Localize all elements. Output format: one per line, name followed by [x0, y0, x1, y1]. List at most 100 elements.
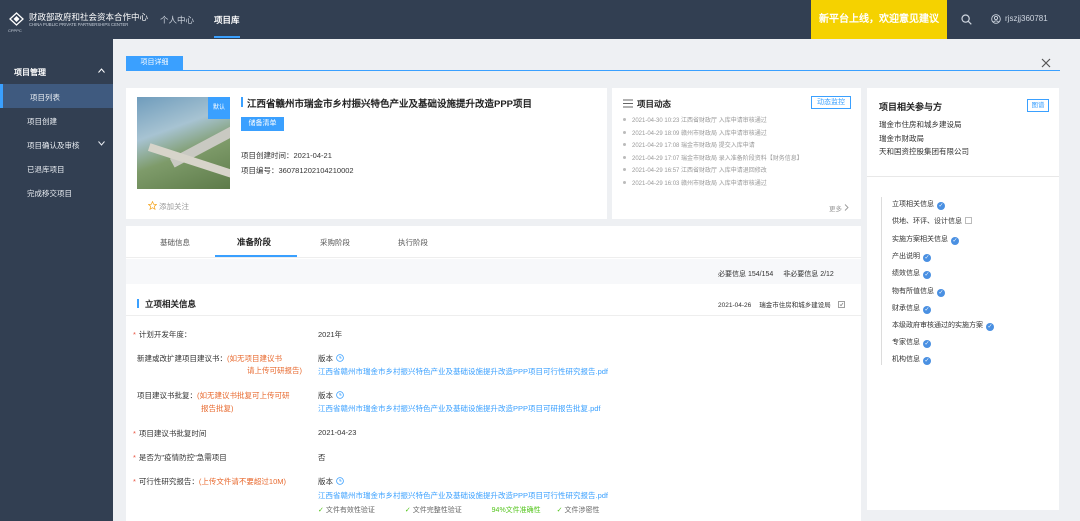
check-circle-icon: ✓: [923, 340, 931, 348]
check-circle-icon: ✓: [923, 271, 931, 279]
sidebar-group-project-management[interactable]: 项目管理: [0, 59, 113, 84]
anchor-nav-label: 实施方案相关信息: [892, 236, 948, 243]
user-icon: [991, 14, 1001, 24]
check-circle-icon: ✓: [951, 237, 959, 245]
anchor-nav-label: 专家信息: [892, 339, 920, 346]
dynamic-monitor-button[interactable]: 动态监控: [811, 96, 851, 109]
anchor-nav-line: [881, 197, 882, 365]
image-badge: 默认: [208, 97, 230, 119]
proposal-label-text: 新建或改扩建项目建议书：: [137, 354, 227, 363]
clock-icon[interactable]: [336, 477, 344, 485]
file-checks: ✓ 文件有效性验证 ✓ 文件完整性验证 94%文件准确性 ✓ 文件涉密性: [318, 505, 628, 515]
logo-abbr: CPPPC: [8, 28, 22, 33]
section-accent: [137, 299, 139, 308]
check-circle-icon: ✓: [923, 254, 931, 262]
section-dept: 瑞金市住房和城乡建设局: [759, 302, 831, 309]
sidebar-item-label: 已退库项目: [27, 165, 65, 174]
project-title: 江西省赣州市瑞金市乡村振兴特色产业及基础设施提升改造PPP项目: [247, 99, 533, 110]
star-icon: [148, 201, 157, 210]
participant-org: 瑞金市住房和城乡建设局: [879, 120, 962, 129]
anchor-nav-item[interactable]: 财承信息 ✓: [892, 303, 931, 314]
anchor-nav-item[interactable]: 实施方案相关信息 ✓: [892, 234, 959, 245]
sidebar-item-label: 项目创建: [27, 117, 57, 126]
sidebar-item-project-list[interactable]: 项目列表: [0, 84, 113, 108]
version-label: 版本: [318, 476, 344, 487]
tab-preparation[interactable]: 准备阶段: [237, 236, 271, 248]
tab-execution[interactable]: 执行阶段: [398, 237, 428, 248]
check-confidentiality: ✓ 文件涉密性: [556, 507, 600, 514]
divider: [867, 176, 1059, 177]
anchor-nav-item[interactable]: 专家信息 ✓: [892, 337, 931, 348]
edit-icon[interactable]: [837, 301, 845, 308]
sidebar-item-completed-transfer[interactable]: 完成移交项目: [0, 180, 113, 204]
clock-icon[interactable]: [336, 354, 344, 362]
sidebar-item-project-confirm-review[interactable]: 项目确认及审核: [0, 132, 113, 156]
tab-project-detail[interactable]: 项目详细: [126, 56, 183, 70]
check-circle-icon: ✓: [937, 289, 945, 297]
info-counts: 必要信息 154/154 非必要信息 2/12: [718, 269, 834, 279]
check-validity: ✓ 文件有效性验证: [318, 507, 375, 514]
sidebar-item-project-create[interactable]: 项目创建: [0, 108, 113, 132]
nav-active-underline: [214, 36, 240, 38]
close-icon[interactable]: [1040, 57, 1052, 69]
sidebar-item-label: 项目确认及审核: [27, 141, 80, 150]
participant-org: 天和国资控股集团有限公司: [879, 147, 969, 156]
logo[interactable]: 财政部政府和社会资本合作中心 CHINA PUBLIC PRIVATE PART…: [8, 10, 158, 33]
tab-procurement[interactable]: 采购阶段: [320, 237, 350, 248]
user-menu[interactable]: rjszjj360781: [991, 13, 1071, 25]
check-circle-icon: ✓: [923, 306, 931, 314]
status-badge: 储备清单: [241, 117, 284, 131]
optional-count: 非必要信息 2/12: [783, 271, 834, 278]
proposal-label: 新建或改扩建项目建议书：(如无项目建议书: [137, 353, 282, 364]
graph-button[interactable]: 图谱: [1027, 99, 1049, 112]
anchor-nav-item[interactable]: 产出说明 ✓: [892, 251, 931, 262]
tab-basic-info[interactable]: 基础信息: [160, 237, 190, 248]
code-value: 360781202104210002: [278, 166, 354, 175]
dynamics-row: 2021-04-29 18:09 赣州市财政局 入库申请审核通过: [623, 128, 767, 137]
clock-icon[interactable]: [336, 391, 344, 399]
dynamics-row-text: 2021-04-30 10:23 江西省财政厅 入库申请审核通过: [632, 118, 767, 124]
sidebar: 项目管理 项目列表 项目创建 项目确认及审核 已退库项目 完成移交项目: [0, 39, 113, 521]
add-follow-button[interactable]: 添加关注: [148, 201, 189, 212]
feedback-banner[interactable]: 新平台上线，欢迎意见建议: [811, 0, 947, 39]
list-icon: [623, 99, 633, 108]
dynamics-row: 2021-04-30 10:23 江西省财政厅 入库申请审核通过: [623, 115, 767, 124]
plan-year-value: 2021年: [318, 330, 343, 339]
anchor-nav-item[interactable]: 绩效信息 ✓: [892, 268, 931, 279]
anchor-nav-label: 本级政府审核通过的实施方案: [892, 322, 983, 329]
title-accent: [241, 97, 243, 107]
dynamics-row-text: 2021-04-29 16:03 赣州市财政局 入库申请审核通过: [632, 181, 767, 187]
approval-warn-2: 报告批复): [201, 404, 234, 413]
chevron-down-icon: [98, 141, 105, 146]
participants-title: 项目相关参与方: [879, 102, 943, 112]
check-accuracy: 94%文件准确性: [491, 507, 541, 514]
sidebar-item-withdrawn-projects[interactable]: 已退库项目: [0, 156, 113, 180]
anchor-nav-item[interactable]: 立项相关信息 ✓: [892, 199, 945, 210]
nav-personal-center[interactable]: 个人中心: [160, 14, 194, 26]
feasibility-file-link[interactable]: 江西省赣州市瑞金市乡村振兴特色产业及基础设施提升改造PPP项目可行性研究报告.p…: [318, 490, 608, 501]
nav-project-library[interactable]: 项目库: [214, 14, 240, 26]
check-circle-icon: ✓: [986, 323, 994, 331]
anchor-nav-label: 产出说明: [892, 253, 920, 260]
dynamics-row: 2021-04-29 17:07 瑞金市财政局 录入准备阶段资料【财务信息】: [623, 153, 803, 162]
feasibility-label: * 可行性研究报告：(上传文件请不要超过10M): [133, 477, 287, 486]
anchor-nav-item[interactable]: 机构信息 ✓: [892, 354, 931, 365]
proposal-file-link[interactable]: 江西省赣州市瑞金市乡村振兴特色产业及基础设施提升改造PPP项目可行性研究报告.p…: [318, 366, 608, 377]
anchor-nav-item[interactable]: 供地、环评、设计信息: [892, 216, 972, 226]
follow-label: 添加关注: [159, 202, 189, 211]
section-meta: 2021-04-26 瑞金市住房和城乡建设局: [718, 299, 845, 309]
code-label: 项目编号：: [241, 166, 279, 175]
approval-time-label: * 项目建议书批复时间: [133, 429, 207, 438]
created-label: 项目创建时间：: [241, 151, 294, 160]
search-icon[interactable]: [961, 14, 972, 25]
chevron-up-icon: [98, 68, 105, 73]
more-link[interactable]: 更多: [829, 203, 849, 213]
dynamics-row-text: 2021-04-29 17:08 瑞金市财政局 提交入库申请: [632, 143, 755, 149]
anchor-nav-item[interactable]: 物有所值信息 ✓: [892, 286, 945, 297]
approval-file-link[interactable]: 江西省赣州市瑞金市乡村振兴特色产业及基础设施提升改造PPP项目可研报告批复.pd…: [318, 403, 601, 414]
anchor-nav-label: 财承信息: [892, 305, 920, 312]
dynamics-row: 2021-04-29 16:57 江西省财政厅 入库申请退回修改: [623, 165, 767, 174]
check-integrity: ✓ 文件完整性验证: [404, 507, 462, 514]
version-label: 版本: [318, 390, 344, 401]
anchor-nav-item[interactable]: 本级政府审核通过的实施方案 ✓: [892, 320, 994, 331]
